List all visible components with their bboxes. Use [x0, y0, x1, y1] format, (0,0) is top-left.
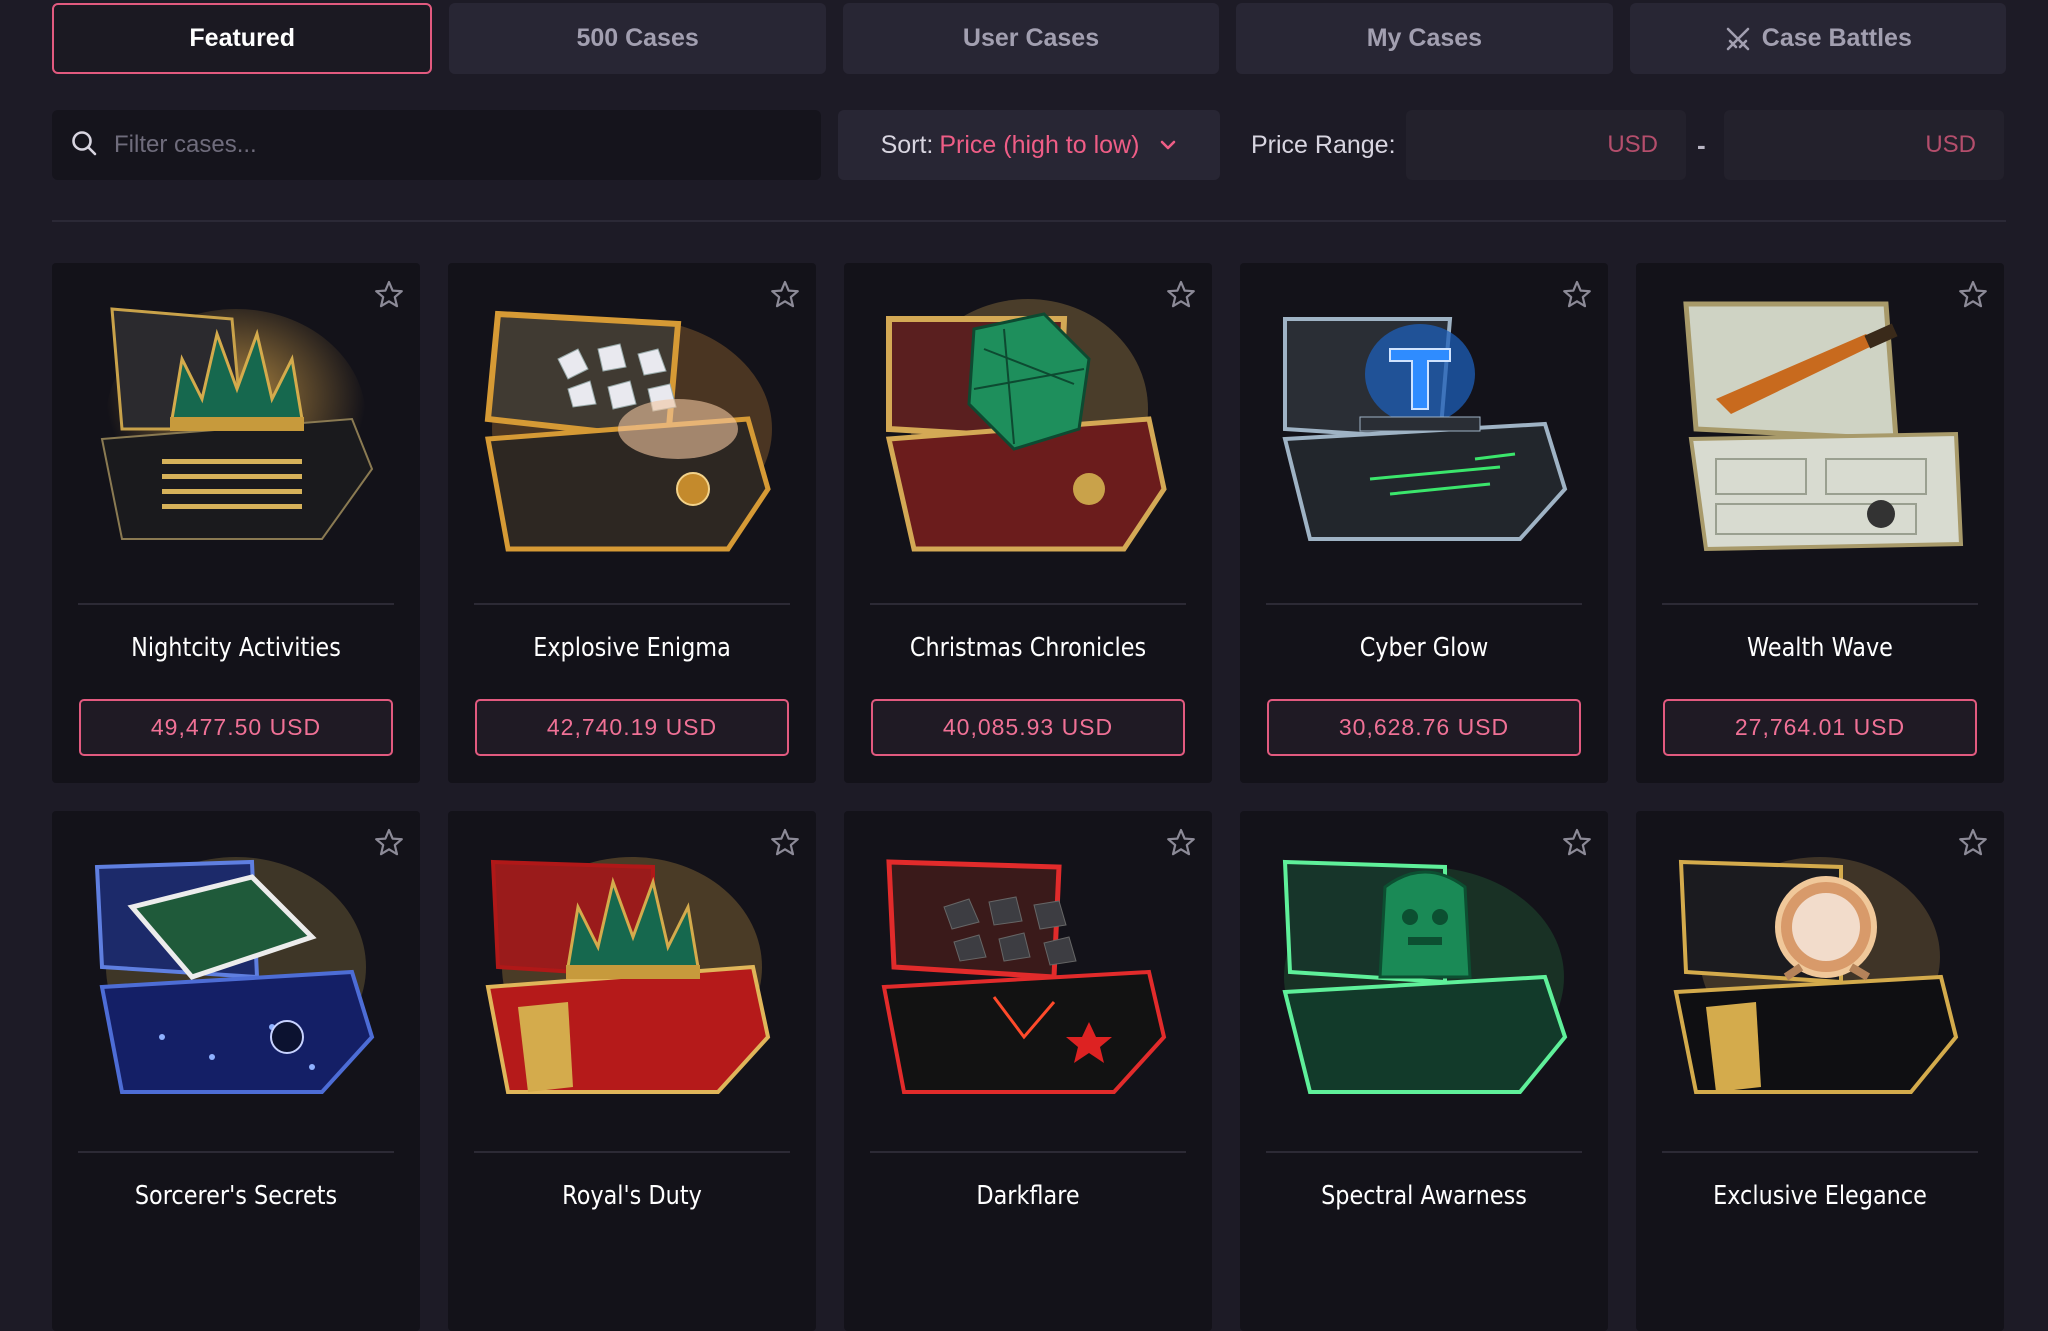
case-image: [1240, 289, 1608, 589]
case-image: [1240, 837, 1608, 1137]
card-divider: [1662, 1151, 1978, 1153]
tab-featured[interactable]: Featured: [52, 3, 433, 74]
case-name: Exclusive Elegance: [1713, 1181, 1927, 1211]
case-price-button[interactable]: 30,628.76 USD: [1267, 699, 1581, 756]
case-price: 40,085.93 USD: [942, 714, 1114, 740]
case-price: 30,628.76 USD: [1338, 714, 1510, 740]
case-name: Cyber Glow: [1359, 633, 1489, 663]
case-price: 42,740.19 USD: [546, 714, 718, 740]
tab-500-cases[interactable]: 500 Cases: [449, 3, 826, 74]
case-price-button[interactable]: 40,085.93 USD: [871, 699, 1185, 756]
case-price: 27,764.01 USD: [1734, 714, 1906, 740]
card-divider: [1266, 1151, 1582, 1153]
card-divider: [474, 1151, 790, 1153]
case-card[interactable]: Royal's Duty: [448, 811, 816, 1331]
case-card[interactable]: Cyber Glow 30,628.76 USD: [1240, 263, 1608, 783]
case-price-button[interactable]: 42,740.19 USD: [475, 699, 789, 756]
case-price-button[interactable]: 27,764.01 USD: [1663, 699, 1977, 756]
card-divider: [78, 603, 394, 605]
case-card[interactable]: Wealth Wave 27,764.01 USD: [1636, 263, 2004, 783]
tab-case-battles[interactable]: Case Battles: [1629, 3, 2007, 74]
case-card[interactable]: Nightcity Activities 49,477.50 USD: [52, 263, 420, 783]
case-card[interactable]: Spectral Awarness: [1240, 811, 1608, 1331]
divider: [52, 220, 2006, 222]
case-price-button[interactable]: 49,477.50 USD: [79, 699, 393, 756]
tab-label: Featured: [189, 24, 295, 52]
card-divider: [78, 1151, 394, 1153]
case-name: Explosive Enigma: [533, 633, 731, 663]
tab-my-cases[interactable]: My Cases: [1236, 3, 1613, 74]
crossed-swords-icon: [1724, 25, 1752, 53]
case-card[interactable]: Exclusive Elegance: [1636, 811, 2004, 1331]
case-name: Christmas Chronicles: [909, 633, 1147, 663]
case-image: [448, 837, 816, 1137]
card-divider: [1266, 603, 1582, 605]
case-image: [1636, 837, 2004, 1137]
case-price: 49,477.50 USD: [150, 714, 322, 740]
sort-value: Price (high to low): [939, 130, 1140, 159]
chevron-down-icon: [1159, 139, 1177, 151]
case-name: Darkflare: [976, 1181, 1080, 1211]
card-divider: [1662, 603, 1978, 605]
search-input[interactable]: [114, 110, 821, 180]
card-divider: [474, 603, 790, 605]
case-name: Wealth Wave: [1747, 633, 1893, 663]
sort-prefix: Sort:: [880, 130, 934, 159]
case-card[interactable]: Explosive Enigma 42,740.19 USD: [448, 263, 816, 783]
price-max-input[interactable]: USD: [1724, 110, 2004, 180]
case-card[interactable]: Darkflare: [844, 811, 1212, 1331]
sort-dropdown[interactable]: Sort: Price (high to low): [838, 110, 1220, 180]
tab-user-cases[interactable]: User Cases: [842, 3, 1220, 74]
case-image: [844, 837, 1212, 1137]
search-box: [52, 110, 821, 180]
price-min-input[interactable]: USD: [1406, 110, 1686, 180]
tab-label: 500 Cases: [576, 24, 699, 52]
tab-label: Case Battles: [1761, 24, 1912, 52]
case-category-tabs: Featured 500 Cases User Cases My Cases C…: [52, 3, 2007, 74]
card-divider: [870, 1151, 1186, 1153]
case-image: [1636, 289, 2004, 589]
case-image: [52, 837, 420, 1137]
case-image: [52, 289, 420, 589]
case-image: [448, 289, 816, 589]
search-icon: [70, 129, 98, 162]
tab-label: My Cases: [1366, 24, 1483, 52]
tab-label: User Cases: [962, 24, 1100, 52]
case-name: Spectral Awarness: [1321, 1181, 1527, 1211]
case-card[interactable]: Christmas Chronicles 40,085.93 USD: [844, 263, 1212, 783]
case-name: Sorcerer's Secrets: [134, 1181, 338, 1211]
price-range-label: Price Range:: [1251, 130, 1396, 159]
range-separator: -: [1697, 129, 1706, 160]
case-card[interactable]: Sorcerer's Secrets: [52, 811, 420, 1331]
currency-suffix: USD: [1607, 131, 1658, 158]
case-name: Royal's Duty: [562, 1181, 702, 1211]
card-divider: [870, 603, 1186, 605]
case-filters: Sort: Price (high to low) Price Range: U…: [52, 110, 2006, 180]
case-name: Nightcity Activities: [131, 633, 341, 663]
currency-suffix: USD: [1925, 131, 1976, 158]
case-image: [844, 289, 1212, 589]
